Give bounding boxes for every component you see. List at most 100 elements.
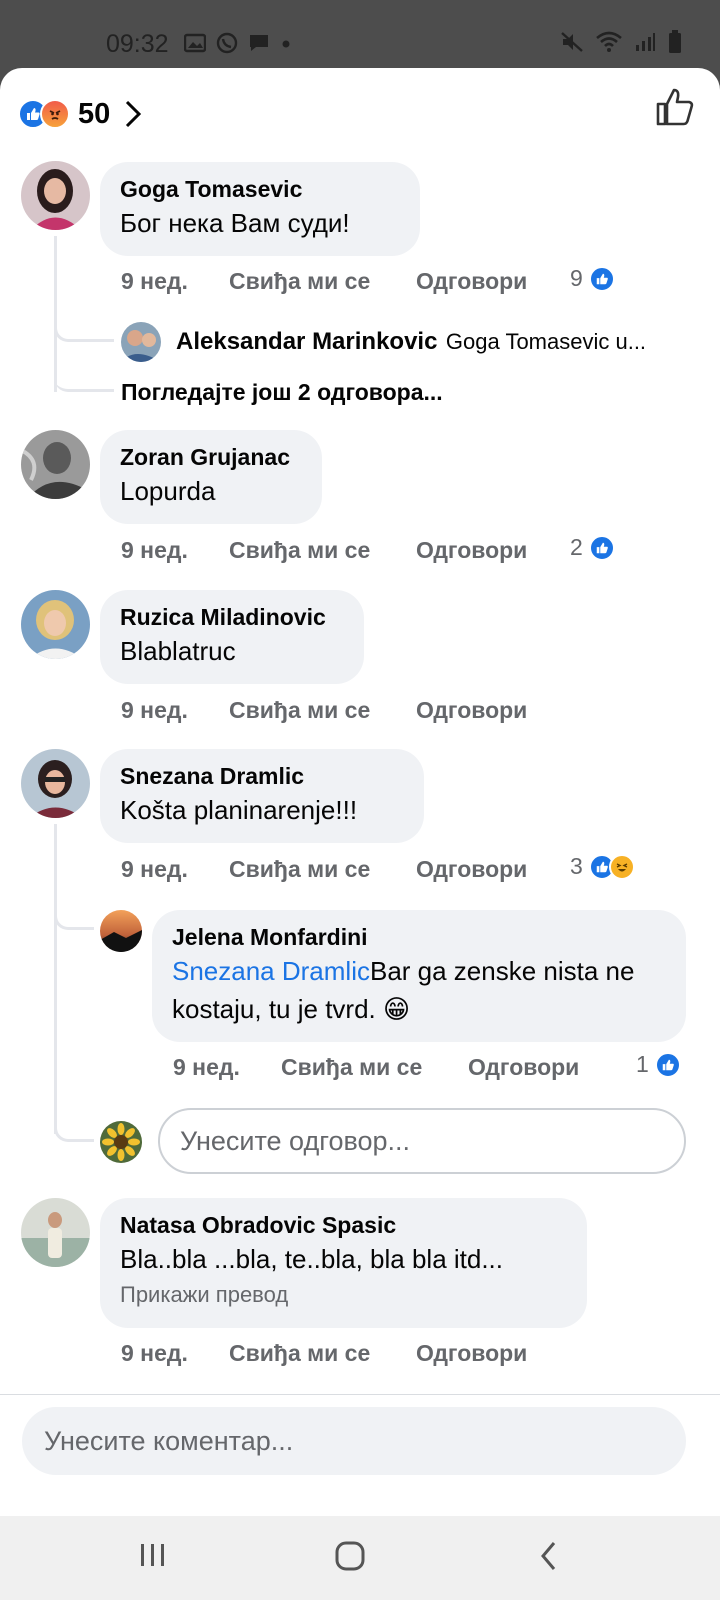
- mute-icon: [561, 32, 583, 52]
- comment-author[interactable]: Snezana Dramlic: [120, 761, 404, 791]
- comment-bubble[interactable]: Zoran Grujanac Lopurda: [100, 430, 322, 524]
- comment-text: Blablatruc: [120, 636, 236, 666]
- mention-link[interactable]: Snezana Dramlic: [172, 956, 370, 986]
- avatar[interactable]: [21, 590, 90, 659]
- reply-bubble[interactable]: Jelena Monfardini Snezana DramlicBar ga …: [152, 910, 686, 1042]
- like-button[interactable]: Свиђа ми се: [229, 697, 370, 724]
- message-icon: [250, 35, 268, 51]
- reply-preview-text: Goga Tomasevic u...: [445, 329, 647, 354]
- comment-composer: [0, 1394, 720, 1516]
- reaction-number: 2: [570, 534, 583, 560]
- avatar[interactable]: [21, 749, 90, 818]
- system-navigation-bar: [0, 1516, 720, 1600]
- reaction-number: 1: [636, 1051, 649, 1077]
- own-avatar: [100, 1121, 142, 1163]
- reply-author[interactable]: Jelena Monfardini: [172, 922, 666, 952]
- wifi-icon: [596, 31, 622, 52]
- status-time: 09:32: [106, 30, 169, 58]
- thread-connector: [54, 1108, 94, 1142]
- comment-author[interactable]: Zoran Grujanac: [120, 442, 302, 472]
- notification-icons: [184, 32, 292, 54]
- comments-sheet: 50 Goga Tomasevic Бог нека Вам суди! 9 н…: [0, 68, 720, 1516]
- comment-reactions[interactable]: 2: [570, 534, 615, 561]
- like-button[interactable]: Свиђа ми се: [229, 856, 370, 883]
- reply-button[interactable]: Одговори: [416, 1340, 527, 1367]
- comment-reactions[interactable]: 3: [570, 853, 635, 880]
- avatar[interactable]: [21, 430, 90, 499]
- comment-reactions[interactable]: 9: [570, 265, 615, 292]
- comment-actions: 9 нед. Свиђа ми се Одговори: [121, 537, 641, 567]
- angry-reaction-icon: [40, 99, 70, 129]
- comment-actions: 9 нед. Свиђа ми се Одговори: [121, 268, 641, 298]
- like-post-icon[interactable]: [654, 86, 696, 128]
- comment-time[interactable]: 9 нед.: [121, 1340, 188, 1367]
- avatar[interactable]: [121, 322, 161, 362]
- comment-text: Бог нека Вам суди!: [120, 208, 350, 238]
- reply-input-wrapper: [158, 1108, 686, 1174]
- haha-icon: [608, 853, 635, 880]
- reply-preview-author[interactable]: Aleksandar Marinkovic: [176, 328, 437, 355]
- thread-connector: [54, 358, 114, 392]
- comment-bubble[interactable]: Natasa Obradovic Spasic Bla..bla ...bla,…: [100, 1198, 587, 1328]
- comment-input-wrapper: [22, 1407, 686, 1475]
- comment-bubble[interactable]: Ruzica Miladinovic Blablatruc: [100, 590, 364, 684]
- home-icon[interactable]: [334, 1540, 366, 1572]
- reply-button[interactable]: Одговори: [416, 856, 527, 883]
- like-icon: [588, 534, 615, 561]
- signal-icon: [636, 33, 655, 51]
- back-icon[interactable]: [538, 1540, 560, 1572]
- like-button[interactable]: Свиђа ми се: [229, 537, 370, 564]
- like-button[interactable]: Свиђа ми се: [281, 1054, 422, 1081]
- comment-author[interactable]: Ruzica Miladinovic: [120, 602, 344, 632]
- reply-preview[interactable]: Aleksandar Marinkovic Goga Tomasevic u..…: [176, 328, 696, 356]
- system-icons: [560, 30, 682, 54]
- comment-time[interactable]: 9 нед.: [121, 537, 188, 564]
- like-button[interactable]: Свиђа ми се: [229, 268, 370, 295]
- comment-bubble[interactable]: Goga Tomasevic Бог нека Вам суди!: [100, 162, 420, 256]
- viber-icon: [216, 32, 238, 54]
- recent-apps-icon[interactable]: [138, 1540, 168, 1570]
- avatar[interactable]: [21, 1198, 90, 1267]
- like-icon: [588, 265, 615, 292]
- comment-time[interactable]: 9 нед.: [121, 856, 188, 883]
- reaction-number: 9: [570, 265, 583, 291]
- reply-actions: 9 нед. Свиђа ми се Одговори: [173, 1054, 653, 1084]
- reaction-number: 3: [570, 853, 583, 879]
- comment-author[interactable]: Natasa Obradovic Spasic: [120, 1210, 567, 1240]
- reaction-count: 50: [78, 97, 111, 130]
- battery-icon: [669, 30, 681, 53]
- comment-actions: 9 нед. Свиђа ми се Одговори: [121, 856, 641, 886]
- comment-time[interactable]: 9 нед.: [121, 268, 188, 295]
- reply-button[interactable]: Одговори: [416, 268, 527, 295]
- like-button[interactable]: Свиђа ми се: [229, 1340, 370, 1367]
- thread-connector: [54, 896, 94, 930]
- comment-time[interactable]: 9 нед.: [121, 697, 188, 724]
- chevron-right-icon: [126, 100, 142, 128]
- reply-input[interactable]: [160, 1110, 684, 1172]
- thread-connector: [54, 308, 114, 342]
- thread-line: [54, 824, 57, 1134]
- reply-reactions[interactable]: 1: [636, 1051, 681, 1078]
- dot-icon: [282, 40, 290, 48]
- reply-button[interactable]: Одговори: [416, 697, 527, 724]
- avatar[interactable]: [100, 910, 142, 952]
- comment-text: Košta planinarenje!!!: [120, 795, 358, 825]
- avatar[interactable]: [21, 161, 90, 230]
- reply-text: Snezana DramlicBar ga zenske nista ne ko…: [172, 952, 666, 1028]
- see-translation-link[interactable]: Прикажи превод: [120, 1280, 567, 1310]
- comment-author[interactable]: Goga Tomasevic: [120, 174, 400, 204]
- view-more-replies[interactable]: Погледајте још 2 одговора...: [121, 379, 443, 406]
- reactions-summary[interactable]: 50: [18, 92, 142, 136]
- like-icon: [654, 1051, 681, 1078]
- comment-actions: 9 нед. Свиђа ми се Одговори: [121, 697, 641, 727]
- comment-actions: 9 нед. Свиђа ми се Одговори: [121, 1340, 641, 1370]
- comment-text: Bla..bla ...bla, te..bla, bla bla itd...: [120, 1244, 504, 1274]
- comment-bubble[interactable]: Snezana Dramlic Košta planinarenje!!!: [100, 749, 424, 843]
- comment-text: Lopurda: [120, 476, 216, 506]
- reply-time[interactable]: 9 нед.: [173, 1054, 240, 1081]
- gallery-icon: [184, 33, 206, 53]
- thread-line: [54, 338, 57, 392]
- reply-button[interactable]: Одговори: [468, 1054, 579, 1081]
- reply-button[interactable]: Одговори: [416, 537, 527, 564]
- comment-input[interactable]: [22, 1407, 686, 1475]
